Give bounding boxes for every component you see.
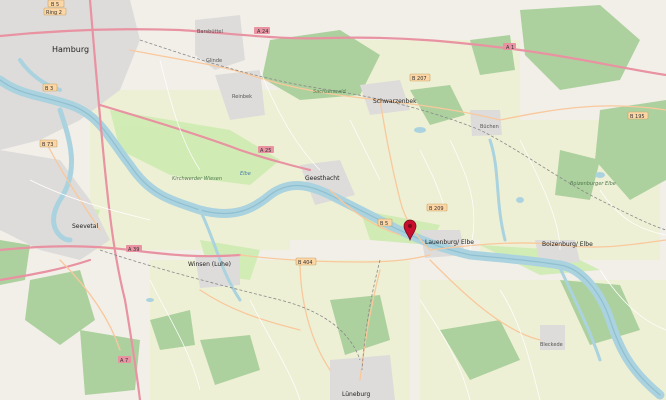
- svg-text:B 5: B 5: [380, 221, 388, 227]
- svg-text:Ring 2: Ring 2: [46, 10, 62, 16]
- svg-text:A 25: A 25: [260, 148, 271, 154]
- svg-text:B 73: B 73: [42, 142, 53, 148]
- shield-b5-mid: B 5: [377, 218, 393, 227]
- shield-a24: A 24: [254, 27, 270, 35]
- shield-b209: B 209: [426, 203, 448, 212]
- svg-text:B 5: B 5: [51, 2, 59, 8]
- shield-a7: A 7: [118, 356, 131, 364]
- label-buechen: Büchen: [480, 124, 499, 130]
- shield-a1: A 1: [503, 43, 516, 51]
- label-geesthacht: Geesthacht: [305, 175, 340, 182]
- label-bleckede: Bleckede: [540, 342, 563, 348]
- shield-a39: A 39: [126, 245, 142, 253]
- label-elbe: Elbe: [240, 171, 251, 177]
- label-lauenburg: Lauenburg/ Elbe: [425, 239, 474, 246]
- map-tiles: Hamburg Barsbüttel Glinde Reinbek Sachse…: [0, 0, 666, 400]
- shield-b404: B 404: [295, 257, 317, 266]
- label-barsbuettel: Barsbüttel: [197, 29, 223, 35]
- label-winsen: Winsen (Luhe): [188, 261, 231, 268]
- label-schwarzenbek: Schwarzenbek: [373, 98, 417, 105]
- shield-b207: B 207: [409, 73, 431, 82]
- shield-b195: B 195: [627, 111, 649, 120]
- label-sachsenwald: Sachsenwald: [313, 89, 347, 95]
- svg-text:B 404: B 404: [298, 260, 313, 266]
- label-hamburg: Hamburg: [52, 45, 89, 54]
- svg-text:A 39: A 39: [128, 247, 139, 253]
- label-lueneburg: Lüneburg: [342, 391, 371, 398]
- shield-a25: A 25: [258, 146, 274, 154]
- shield-b3: B 3: [42, 83, 58, 92]
- map-canvas[interactable]: Hamburg Barsbüttel Glinde Reinbek Sachse…: [0, 0, 666, 400]
- svg-text:B 195: B 195: [630, 114, 645, 120]
- svg-text:A 7: A 7: [120, 358, 128, 364]
- svg-text:A 1: A 1: [506, 45, 514, 51]
- label-reinbek: Reinbek: [232, 94, 252, 100]
- svg-text:A 24: A 24: [257, 29, 268, 35]
- label-glinde: Glinde: [206, 58, 222, 64]
- shield-b73: B 73: [39, 139, 58, 148]
- svg-text:B 207: B 207: [412, 76, 427, 82]
- shield-b5-top: B 5: [47, 0, 65, 8]
- svg-text:B 3: B 3: [45, 86, 53, 92]
- svg-text:B 209: B 209: [429, 206, 444, 212]
- label-boizenburger: Boizenburger Elbe: [570, 181, 616, 187]
- label-boizenburg: Boizenburg/ Elbe: [542, 241, 593, 248]
- label-kirchwerder: Kirchwerder Wiesen: [172, 176, 222, 182]
- shield-ring2: Ring 2: [43, 7, 67, 16]
- label-seevetal: Seevetal: [72, 223, 98, 230]
